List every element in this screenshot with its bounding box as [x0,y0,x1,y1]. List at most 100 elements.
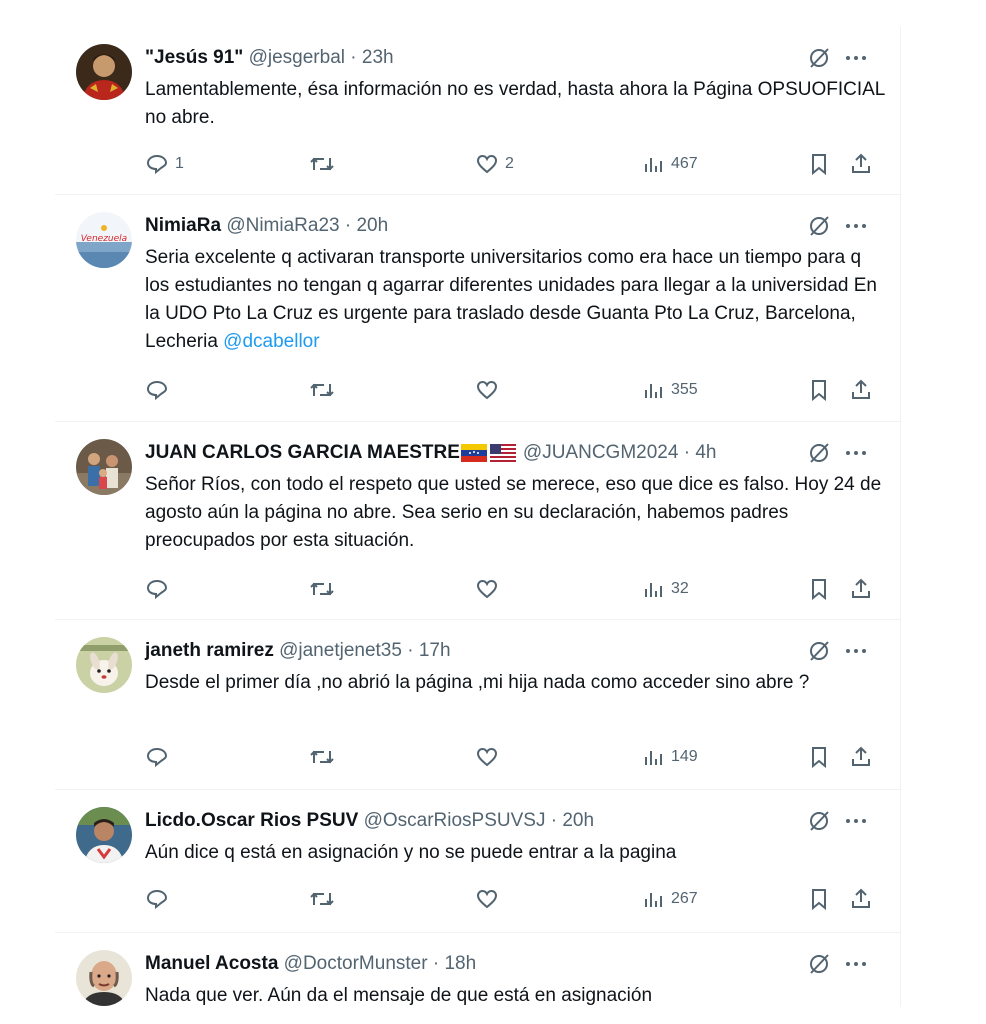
usa-flag-icon [489,443,516,462]
avatar[interactable] [76,439,132,495]
bookmark-icon [812,889,826,911]
more-options-icon[interactable] [845,450,867,456]
grok-icon[interactable] [807,639,831,663]
reply-icon [146,579,168,600]
more-options-icon[interactable] [845,223,867,229]
view-count: 149 [671,748,698,765]
separator-dot: · [683,442,691,464]
more-options-icon[interactable] [845,55,867,61]
author-name[interactable]: JUAN CARLOS GARCIA MAESTRE [145,442,460,463]
reply-button[interactable] [145,742,175,772]
grok-icon[interactable] [807,441,831,465]
tweet-text: Seria excelente q activaran transporte u… [145,244,885,356]
retweet-button[interactable] [309,742,335,772]
tweet-text: Señor Ríos, con todo el respeto que uste… [145,474,882,551]
share-button[interactable] [849,375,873,405]
tweet[interactable]: Venezuela NimiaRa @NimiaRa23 · 20h Seria… [55,195,900,422]
like-button[interactable] [475,742,505,772]
author-name[interactable]: Manuel Acosta [145,953,278,974]
more-options-icon[interactable] [845,818,867,824]
bookmark-button[interactable] [807,742,831,772]
share-icon [852,888,870,908]
author-handle[interactable]: @janetjenet35 [279,640,402,661]
tweet-text: Lamentablemente, ésa información no es v… [145,79,885,128]
views-button[interactable]: 32 [643,574,689,604]
bookmark-button[interactable] [807,884,831,914]
retweet-button[interactable] [309,149,335,179]
bookmark-button[interactable] [807,149,831,179]
views-button[interactable]: 467 [643,149,698,179]
like-button[interactable] [475,375,505,405]
author-name[interactable]: "Jesús 91" [145,47,243,68]
retweet-icon [310,157,334,171]
share-button[interactable] [849,884,873,914]
avatar[interactable] [76,44,132,100]
avatar[interactable] [76,637,132,693]
tweet[interactable]: Licdo.Oscar Rios PSUV @OscarRiosPSUVSJ ·… [55,790,900,933]
like-button[interactable] [475,884,505,914]
avatar[interactable]: Venezuela [76,212,132,268]
views-icon [645,893,662,907]
retweet-button[interactable] [309,375,335,405]
separator-dot: · [550,810,558,831]
portrait-avatar-icon [76,44,132,100]
share-button[interactable] [849,574,873,604]
bookmark-button[interactable] [807,375,831,405]
views-icon [645,583,662,597]
reply-button[interactable] [145,884,175,914]
timestamp[interactable]: 18h [444,953,476,974]
author-handle[interactable]: @DoctorMunster [284,953,428,974]
retweet-button[interactable] [309,884,335,914]
views-button[interactable]: 267 [643,884,698,914]
timestamp[interactable]: 20h [562,810,594,831]
timestamp[interactable]: 23h [362,47,394,68]
bookmark-icon [812,747,826,769]
share-button[interactable] [849,742,873,772]
like-button[interactable] [475,574,505,604]
bookmark-button[interactable] [807,574,831,604]
reply-button[interactable] [145,574,175,604]
views-button[interactable]: 149 [643,742,698,772]
tweet[interactable]: JUAN CARLOS GARCIA MAESTRE @JUANCGM2024 ·… [55,422,900,620]
reply-button[interactable]: 1 [145,149,184,179]
share-icon [852,153,870,173]
reply-feed: "Jesús 91" @jesgerbal · 23h Lamentableme… [55,27,901,1007]
avatar[interactable] [76,950,132,1006]
author-name[interactable]: Licdo.Oscar Rios PSUV [145,810,358,831]
bookmark-icon [812,154,826,176]
views-icon [645,158,662,172]
avatar[interactable] [76,807,132,863]
more-options-icon[interactable] [845,961,867,967]
timestamp[interactable]: 4h [695,442,716,463]
like-button[interactable]: 2 [475,149,514,179]
timestamp[interactable]: 20h [356,215,388,236]
grok-icon[interactable] [807,809,831,833]
view-count: 32 [671,580,689,597]
reply-count: 1 [175,155,184,172]
mention-link[interactable]: @dcabellor [223,331,319,352]
grok-icon[interactable] [807,214,831,238]
tweet[interactable]: Manuel Acosta @DoctorMunster · 18h Nada … [55,933,900,1007]
tweet[interactable]: janeth ramirez @janetjenet35 · 17h Desde… [55,620,900,790]
grok-icon[interactable] [807,952,831,976]
views-button[interactable]: 355 [643,375,698,405]
timestamp[interactable]: 17h [419,640,451,661]
author-name[interactable]: NimiaRa [145,215,221,236]
author-handle[interactable]: @JUANCGM2024 [523,442,679,463]
share-button[interactable] [849,149,873,179]
views-icon [645,751,662,765]
share-icon [852,578,870,598]
share-icon [852,379,870,399]
author-handle[interactable]: @OscarRiosPSUVSJ [364,810,546,831]
reply-button[interactable] [145,375,175,405]
retweet-button[interactable] [309,574,335,604]
author-name[interactable]: janeth ramirez [145,640,274,661]
grok-icon[interactable] [807,46,831,70]
tweet[interactable]: "Jesús 91" @jesgerbal · 23h Lamentableme… [55,27,900,195]
reply-icon [146,747,168,768]
tweet-text: Nada que ver. Aún da el mensaje de que e… [145,985,653,1006]
author-handle[interactable]: @NimiaRa23 [226,215,339,236]
more-options-icon[interactable] [845,648,867,654]
author-handle[interactable]: @jesgerbal [249,47,345,68]
cartoon-dog-avatar-icon [76,637,132,693]
